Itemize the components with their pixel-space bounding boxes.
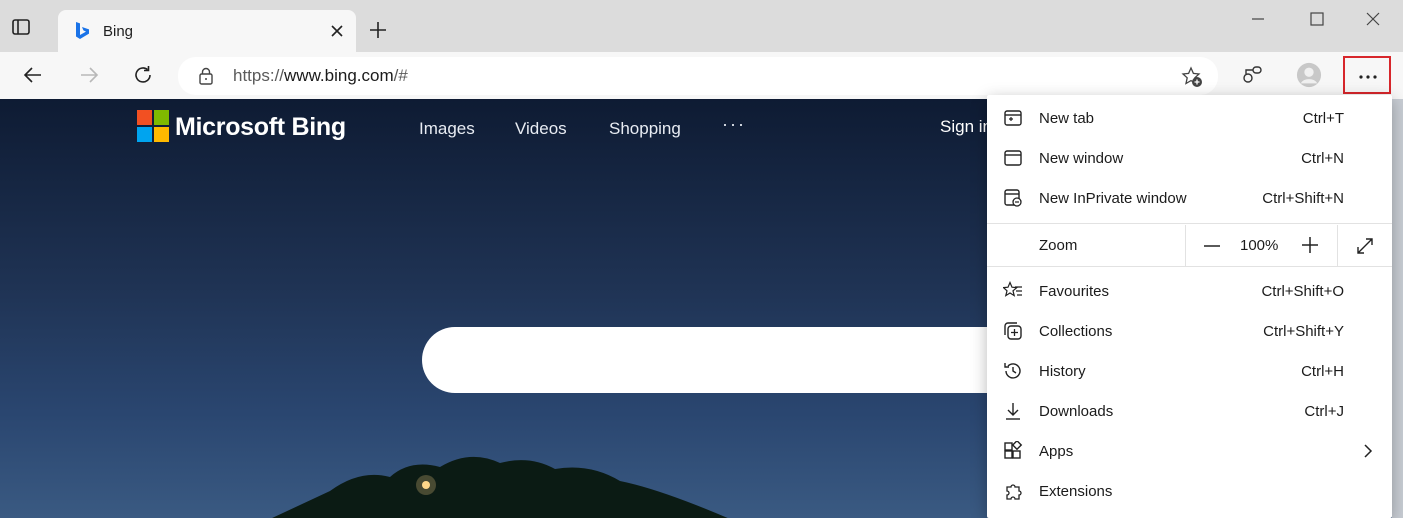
profile-avatar-icon[interactable]	[1296, 61, 1322, 89]
menu-item-extensions[interactable]: Extensions	[987, 471, 1392, 511]
menu-item-new-tab[interactable]: New tab Ctrl+T	[987, 98, 1392, 138]
apps-icon	[1004, 441, 1023, 459]
menu-item-shortcut: Ctrl+J	[1304, 403, 1344, 420]
menu-item-label: Collections	[1039, 323, 1113, 340]
menu-item-label: New tab	[1039, 110, 1095, 127]
menu-item-label: History	[1039, 363, 1086, 380]
close-icon[interactable]	[1362, 8, 1384, 30]
menu-item-new-inprivate-window[interactable]: New InPrivate window Ctrl+Shift+N	[987, 178, 1392, 218]
nav-videos[interactable]: Videos	[515, 119, 567, 139]
new-window-icon	[1004, 150, 1022, 166]
more-dots-icon	[1359, 75, 1377, 79]
menu-item-downloads[interactable]: Downloads Ctrl+J	[987, 391, 1392, 431]
scrollbar-edge	[1392, 99, 1403, 518]
menu-item-shortcut: Ctrl+Shift+Y	[1263, 323, 1344, 340]
zoom-divider	[1185, 225, 1186, 266]
menu-item-shortcut: Ctrl+Shift+N	[1262, 190, 1344, 207]
fullscreen-icon[interactable]	[1354, 235, 1376, 257]
nav-more[interactable]: ···	[722, 114, 746, 135]
sign-in-link[interactable]: Sign in	[940, 117, 992, 137]
zoom-value: 100%	[1240, 237, 1279, 254]
collections-toolbar-icon[interactable]	[1240, 61, 1266, 89]
menu-item-favourites[interactable]: Favourites Ctrl+Shift+O	[987, 271, 1392, 311]
menu-separator	[987, 266, 1392, 267]
inprivate-icon	[1004, 189, 1022, 207]
new-tab-icon	[1004, 110, 1022, 126]
url-text[interactable]: https://www.bing.com/#	[233, 66, 408, 86]
tab-actions-icon[interactable]	[12, 18, 30, 36]
zoom-divider	[1337, 225, 1338, 266]
menu-item-history[interactable]: History Ctrl+H	[987, 351, 1392, 391]
nav-images[interactable]: Images	[419, 119, 475, 139]
settings-and-more-button[interactable]	[1343, 56, 1391, 94]
downloads-icon	[1006, 403, 1020, 420]
zoom-in-icon[interactable]	[1300, 235, 1320, 255]
bing-brand-title[interactable]: Microsoft Bing	[175, 113, 346, 142]
add-favourite-icon[interactable]	[1181, 66, 1203, 88]
menu-item-label: Extensions	[1039, 483, 1113, 500]
tree-silhouette	[272, 456, 728, 518]
menu-item-label: Apps	[1039, 443, 1074, 460]
settings-menu: New tab Ctrl+T New window Ctrl+N New InP…	[987, 95, 1392, 518]
toolbar: https://www.bing.com/#	[0, 52, 1403, 100]
menu-item-shortcut: Ctrl+Shift+O	[1261, 283, 1344, 300]
refresh-icon[interactable]	[131, 63, 155, 87]
menu-item-label: Downloads	[1039, 403, 1114, 420]
minimize-icon[interactable]	[1247, 8, 1269, 30]
nav-shopping[interactable]: Shopping	[609, 119, 681, 139]
tab-title: Bing	[103, 23, 134, 40]
collections-icon	[1004, 322, 1022, 340]
tab-strip: Bing	[0, 0, 1403, 52]
tab-close-icon[interactable]	[327, 21, 347, 41]
history-icon	[1004, 363, 1021, 379]
back-icon[interactable]	[21, 63, 45, 87]
menu-zoom-row: Zoom 100%	[987, 225, 1392, 266]
menu-item-label: New window	[1039, 150, 1124, 167]
menu-item-apps[interactable]: Apps	[987, 431, 1392, 471]
menu-separator	[987, 223, 1392, 224]
menu-item-shortcut: Ctrl+H	[1301, 363, 1344, 380]
forward-icon[interactable]	[77, 63, 101, 87]
menu-item-label: New InPrivate window	[1039, 190, 1187, 207]
tab-bing[interactable]: Bing	[58, 10, 356, 52]
menu-item-collections[interactable]: Collections Ctrl+Shift+Y	[987, 311, 1392, 351]
maximize-icon[interactable]	[1306, 8, 1328, 30]
menu-item-shortcut: Ctrl+T	[1302, 110, 1344, 127]
address-bar[interactable]: https://www.bing.com/#	[178, 57, 1218, 95]
extensions-icon	[1006, 484, 1022, 500]
bing-favicon-icon	[76, 22, 89, 39]
menu-item-new-window[interactable]: New window Ctrl+N	[987, 138, 1392, 178]
new-tab-plus-icon[interactable]	[368, 20, 388, 40]
lock-icon[interactable]	[198, 67, 214, 85]
favourites-icon	[1003, 281, 1022, 297]
chevron-right-icon	[1364, 444, 1373, 458]
zoom-out-icon[interactable]	[1202, 236, 1222, 256]
microsoft-logo-icon	[137, 110, 169, 142]
bing-search-box[interactable]	[422, 327, 1082, 393]
menu-item-label: Favourites	[1039, 283, 1110, 300]
zoom-label: Zoom	[1039, 237, 1078, 254]
menu-item-shortcut: Ctrl+N	[1301, 150, 1344, 167]
